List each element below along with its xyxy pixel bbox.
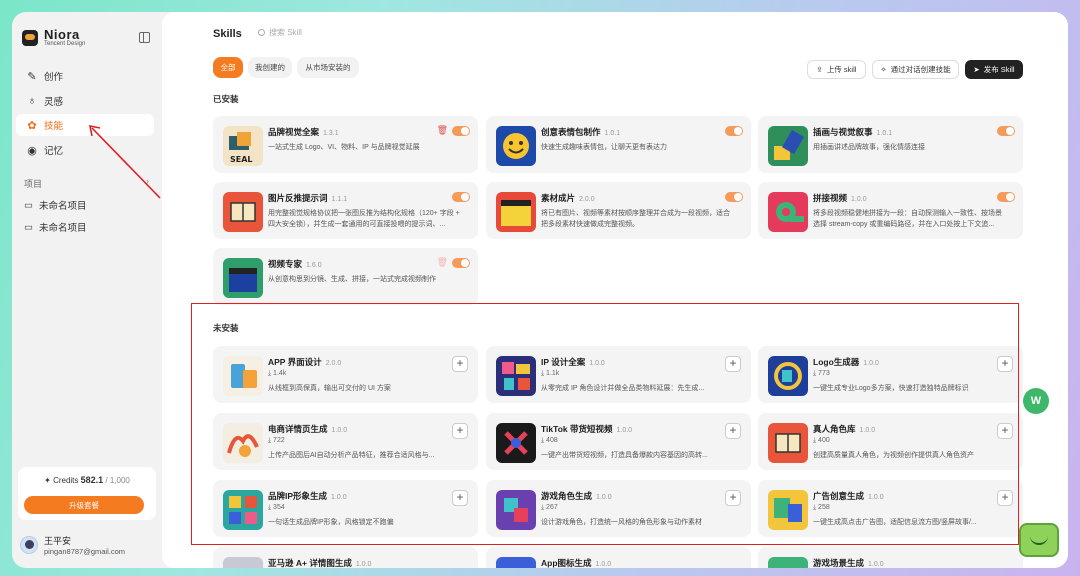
annotation-arrow-icon: [88, 124, 161, 199]
assistant-float-button[interactable]: W: [1023, 388, 1049, 414]
mascot-icon[interactable]: [1019, 523, 1059, 557]
